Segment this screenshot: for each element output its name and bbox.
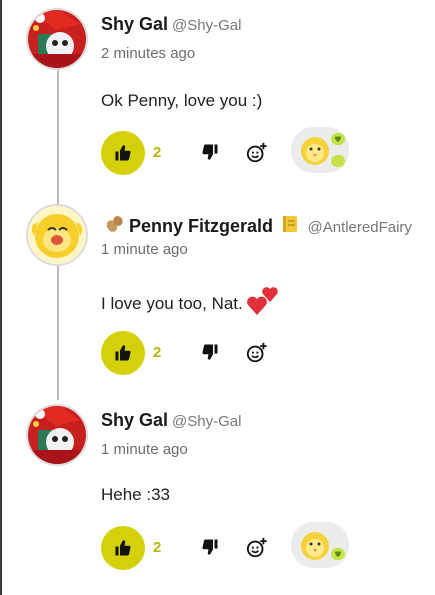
chick-reaction-icon — [301, 133, 345, 167]
dislike-button[interactable] — [201, 343, 221, 363]
like-button[interactable] — [101, 331, 145, 375]
two-hearts-icon — [247, 287, 279, 315]
comment-header: Shy Gal @Shy-Gal — [101, 410, 241, 431]
thumbs-down-icon — [202, 344, 218, 360]
like-count: 2 — [153, 539, 162, 556]
author-handle[interactable]: @AntleredFairy — [307, 219, 411, 236]
timestamp: 1 minute ago — [101, 241, 188, 258]
comment-text: Ok Penny, love you :) — [101, 91, 263, 110]
add-reaction-button[interactable] — [246, 537, 268, 559]
dislike-button[interactable] — [201, 143, 221, 163]
author-handle[interactable]: @Shy-Gal — [172, 413, 241, 430]
add-reaction-icon — [246, 537, 267, 558]
timestamp: 2 minutes ago — [101, 45, 196, 62]
thumbs-up-icon — [115, 540, 131, 556]
comment-actions: 2 — [101, 522, 431, 570]
thumbs-down-icon — [202, 539, 218, 555]
author-name[interactable]: Penny Fitzgerald — [129, 216, 273, 236]
avatar[interactable] — [26, 404, 88, 466]
page-left-border — [0, 0, 2, 595]
avatar-image — [28, 206, 86, 264]
chick-reaction-icon — [301, 532, 345, 560]
add-reaction-button[interactable] — [246, 342, 268, 364]
like-count: 2 — [153, 144, 162, 161]
thumbs-up-icon — [115, 145, 131, 161]
comment-text: I love you too, Nat. — [101, 287, 281, 317]
peanut-icon — [106, 216, 123, 232]
dislike-button[interactable] — [201, 538, 221, 558]
avatar[interactable] — [26, 204, 88, 266]
avatar-image — [28, 406, 86, 464]
add-reaction-button[interactable] — [246, 142, 268, 164]
author-name[interactable]: Shy Gal — [101, 14, 168, 34]
notebook-icon — [283, 216, 298, 232]
add-reaction-icon — [246, 142, 267, 163]
avatar[interactable] — [26, 8, 88, 70]
reaction-chip[interactable] — [291, 522, 349, 568]
avatar-image — [28, 10, 86, 68]
author-name[interactable]: Shy Gal — [101, 410, 168, 430]
comment-actions: 2 — [101, 127, 431, 175]
add-reaction-icon — [246, 342, 267, 363]
comment-text: Hehe :33 — [101, 485, 170, 504]
comment-actions: 2 — [101, 331, 431, 375]
author-handle[interactable]: @Shy-Gal — [172, 17, 241, 34]
timestamp: 1 minute ago — [101, 441, 188, 458]
like-button[interactable] — [101, 526, 145, 570]
reaction-chip[interactable] — [291, 127, 349, 173]
like-count: 2 — [153, 344, 162, 361]
comment-text-body: I love you too, Nat. — [101, 294, 243, 313]
like-button[interactable] — [101, 131, 145, 175]
comment-header: Shy Gal @Shy-Gal — [101, 14, 241, 35]
thumbs-up-icon — [115, 345, 131, 361]
thumbs-down-icon — [202, 144, 218, 160]
comment-header: Penny Fitzgerald @AntleredFairy — [101, 214, 412, 237]
